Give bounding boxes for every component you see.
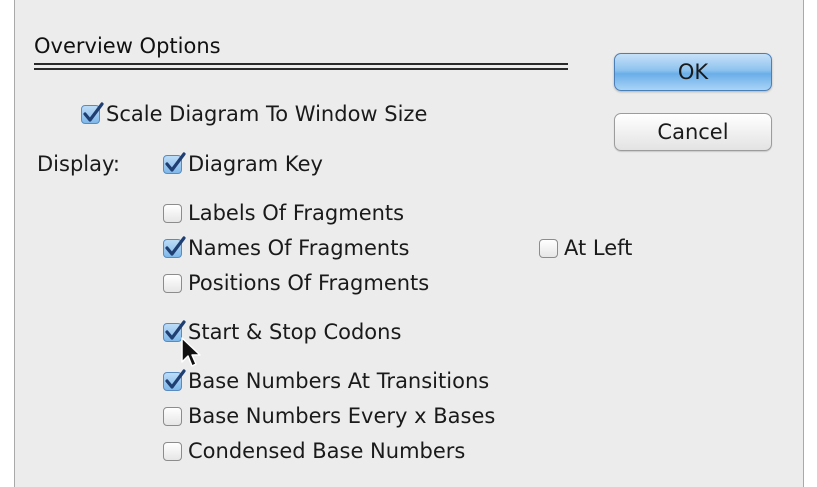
checkbox-box[interactable]	[163, 368, 186, 391]
ok-button[interactable]: OK	[614, 53, 772, 91]
checkbox-box[interactable]	[163, 273, 182, 293]
title-separator	[34, 63, 568, 65]
scale-to-window-checkbox[interactable]: Scale Diagram To Window Size	[81, 101, 428, 126]
checkbox-box[interactable]	[163, 151, 186, 174]
ok-button-label: OK	[677, 60, 709, 84]
at-left-label: At Left	[564, 236, 633, 260]
diagram-key-checkbox[interactable]: Diagram Key	[163, 151, 323, 176]
labels-of-fragments-checkbox[interactable]: Labels Of Fragments	[163, 201, 404, 225]
names-of-fragments-checkbox[interactable]: Names Of Fragments	[163, 235, 410, 260]
names-of-fragments-label: Names Of Fragments	[188, 236, 410, 260]
display-label: Display:	[37, 152, 120, 176]
base-numbers-every-x-checkbox[interactable]: Base Numbers Every x Bases	[163, 404, 495, 428]
checkbox-box[interactable]	[539, 238, 558, 258]
checkmark-icon	[83, 101, 104, 122]
cancel-button-label: Cancel	[657, 120, 729, 144]
base-numbers-every-x-label: Base Numbers Every x Bases	[188, 404, 496, 428]
checkmark-icon	[165, 235, 186, 256]
checkbox-box[interactable]	[163, 406, 182, 426]
at-left-checkbox[interactable]: At Left	[539, 236, 632, 260]
positions-of-fragments-checkbox[interactable]: Positions Of Fragments	[163, 271, 429, 295]
section-title: Overview Options	[34, 34, 221, 58]
diagram-key-label: Diagram Key	[188, 152, 323, 176]
checkbox-box[interactable]	[81, 101, 104, 124]
title-separator-secondary	[34, 68, 568, 70]
checkbox-box[interactable]	[163, 203, 182, 223]
positions-of-fragments-label: Positions Of Fragments	[188, 271, 430, 295]
checkbox-box[interactable]	[163, 441, 182, 461]
checkmark-icon	[165, 151, 186, 172]
condensed-base-numbers-checkbox[interactable]: Condensed Base Numbers	[163, 439, 465, 463]
checkmark-icon	[165, 368, 186, 389]
mouse-pointer-icon	[181, 337, 201, 367]
base-numbers-transitions-checkbox[interactable]: Base Numbers At Transitions	[163, 368, 490, 393]
checkbox-box[interactable]	[163, 235, 186, 258]
start-stop-codons-label: Start & Stop Codons	[188, 320, 402, 344]
cancel-button[interactable]: Cancel	[614, 113, 772, 151]
scale-to-window-label: Scale Diagram To Window Size	[106, 102, 428, 126]
condensed-base-numbers-label: Condensed Base Numbers	[188, 439, 466, 463]
labels-of-fragments-label: Labels Of Fragments	[188, 201, 405, 225]
base-numbers-transitions-label: Base Numbers At Transitions	[188, 369, 490, 393]
